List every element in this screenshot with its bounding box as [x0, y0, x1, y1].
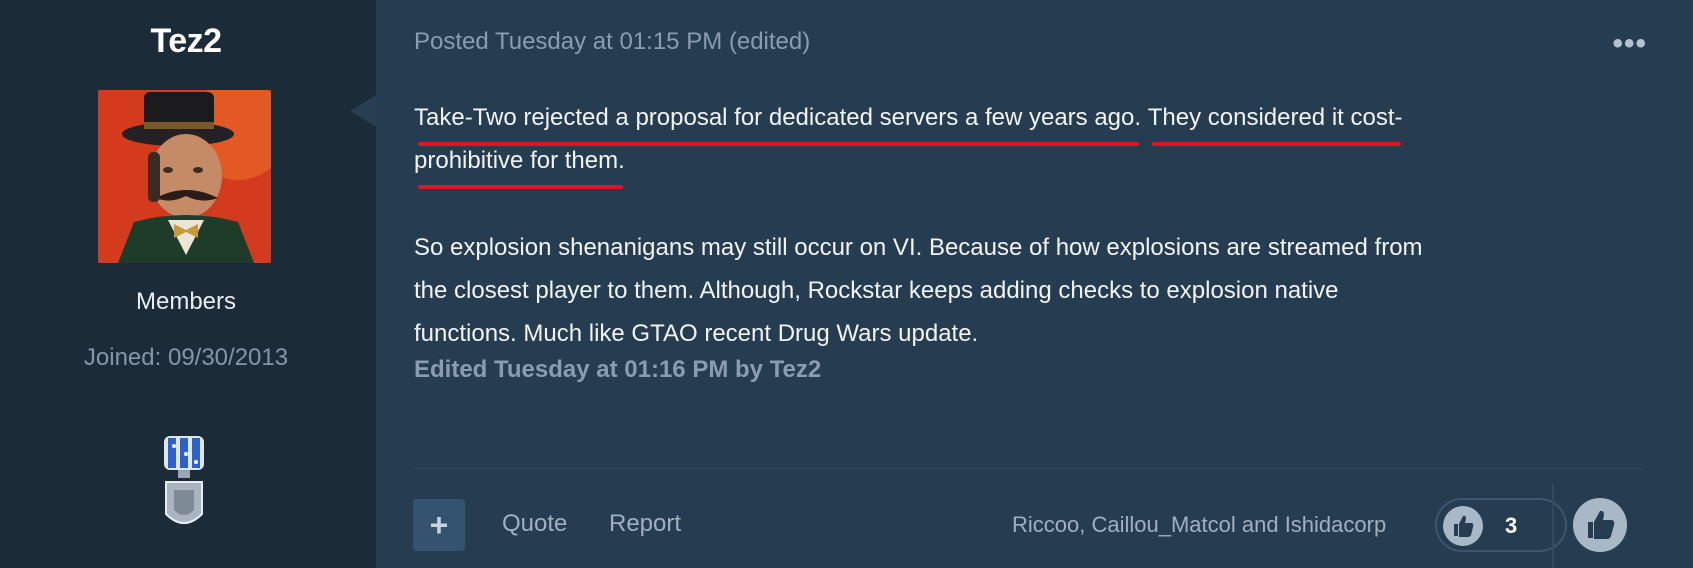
ellipsis-icon[interactable]: •••: [1612, 29, 1647, 59]
avatar[interactable]: [98, 90, 271, 263]
medal-badge-icon: [160, 436, 208, 536]
thumbs-up-icon[interactable]: [1573, 498, 1627, 552]
post-body: Take-Two rejected a proposal for dedicat…: [414, 96, 1614, 355]
thumbs-up-icon: [1443, 506, 1483, 546]
multiquote-button[interactable]: +: [413, 499, 465, 551]
underlined-text: They considered it cost-: [1148, 96, 1403, 146]
author-panel: Tez2 Members Joined: 09/30/2013: [0, 0, 376, 568]
report-button[interactable]: Report: [609, 510, 681, 538]
reaction-summary[interactable]: 3: [1435, 498, 1567, 552]
post-content: Posted Tuesday at 01:15 PM (edited) ••• …: [376, 0, 1693, 568]
reaction-count: 3: [1505, 513, 1518, 538]
joined-date: Joined: 09/30/2013: [83, 344, 289, 371]
body-line: prohibitive for them.: [414, 139, 1614, 189]
underlined-text: prohibitive for them.: [414, 139, 625, 189]
post-pointer: [350, 95, 376, 127]
divider: [414, 468, 1644, 469]
author-name[interactable]: Tez2: [0, 22, 372, 61]
reactors-list[interactable]: Riccoo, Caillou_Matcol and Ishidacorp: [1012, 512, 1386, 538]
quote-button[interactable]: Quote: [502, 510, 567, 538]
body-line: functions. Much like GTAO recent Drug Wa…: [414, 320, 979, 347]
body-line: the closest player to them. Although, Ro…: [414, 277, 1339, 304]
member-group: Members: [135, 288, 237, 315]
forum-post: Tez2 Members Joined: 09/30/2013 Posted T…: [0, 0, 1693, 568]
underlined-text: Take-Two rejected a proposal for dedicat…: [414, 96, 1141, 146]
body-line: Take-Two rejected a proposal for dedicat…: [414, 96, 1614, 146]
edited-note: Edited Tuesday at 01:16 PM by Tez2: [414, 356, 822, 383]
body-line: So explosion shenanigans may still occur…: [414, 234, 1423, 261]
separator: [1552, 484, 1554, 568]
post-timestamp[interactable]: Posted Tuesday at 01:15 PM (edited): [414, 28, 810, 56]
